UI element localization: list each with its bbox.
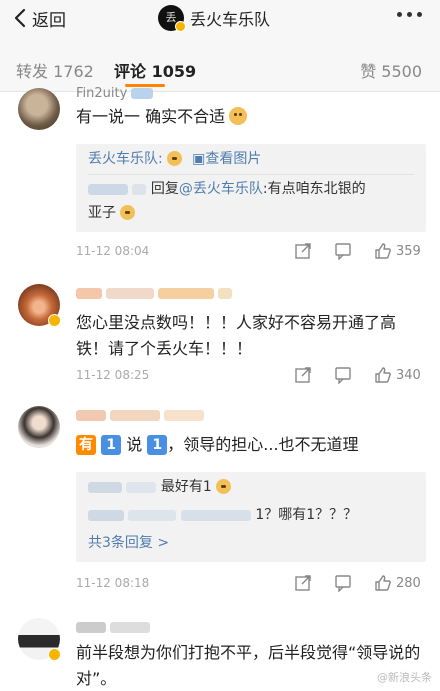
like-count: 359 (396, 243, 421, 259)
like-button[interactable]: 340 (374, 366, 421, 384)
tab-like[interactable]: 赞 5500 (360, 58, 422, 82)
thumbs-up-icon (375, 575, 391, 591)
comment-meta: 11-12 08:18 280 (76, 574, 426, 594)
emoji-you-icon: 有 (76, 435, 96, 455)
band-logo-avatar: 丢 (158, 5, 186, 32)
top-bar: 返回 丢 丢火车乐队 (0, 0, 440, 44)
tab-repost[interactable]: 转发 1762 (16, 58, 94, 82)
comment-item: 前半段想为你们打抱不平，后半段觉得“领导说的对”。 (0, 612, 440, 691)
emoji-icon (215, 479, 231, 494)
quoted-post[interactable]: 丢火车乐队: ▣查看图片 回复@丢火车乐队:有点咱东北银的 亚子 (76, 144, 426, 232)
page-title-group: 丢 丢火车乐队 (158, 4, 270, 32)
share-icon[interactable] (294, 242, 312, 264)
comment-item: Fin2uity 有一说一 确实不合适 丢火车乐队: ▣查看图片 回复@丢火车乐… (0, 86, 440, 270)
comment-icon[interactable] (334, 242, 352, 264)
avatar[interactable] (18, 88, 60, 130)
smile-emoji-icon (120, 205, 135, 220)
comment-time: 11-12 08:25 (76, 368, 150, 382)
share-icon[interactable] (294, 574, 312, 596)
quoted-author-link[interactable]: 丢火车乐队: (88, 151, 163, 167)
view-more-replies-link[interactable]: 共3条回复 > (88, 532, 169, 554)
sub-reply: 最好有1 (88, 476, 231, 498)
view-image-link[interactable]: ▣查看图片 (192, 151, 261, 167)
comment-item: 您心里没点数吗！！！人家好不容易开通了高铁！请了个丢火车！！！ 11-12 08… (0, 280, 440, 390)
mention-link[interactable]: @丢火车乐队 (179, 181, 263, 197)
image-icon: ▣ (192, 151, 206, 167)
share-icon[interactable] (294, 366, 312, 388)
comment-username[interactable] (76, 620, 151, 635)
comment-item: 有 1 说 1 ，领导的担心...也不无道理 最好有1 1？哪有1？？？ 共3条回… (0, 402, 440, 598)
replies-box[interactable]: 最好有1 1？哪有1？？？ 共3条回复 > (76, 472, 426, 562)
verified-badge-icon (48, 314, 61, 327)
sub-reply: 1？哪有1？？？ (88, 504, 357, 526)
chevron-left-icon (14, 8, 26, 28)
reply-text: 回复@丢火车乐队:有点咱东北银的 (88, 178, 418, 200)
emoji-number-one-icon: 1 (101, 435, 122, 455)
like-count: 340 (396, 367, 421, 383)
like-button[interactable]: 280 (374, 574, 421, 592)
comment-time: 11-12 08:18 (76, 576, 150, 590)
comment-text: 前半段想为你们打抱不平，后半段觉得“领导说的对”。 (76, 643, 421, 688)
comment-username[interactable]: Fin2uity (76, 86, 154, 101)
comment-text: 有 1 说 1 ，领导的担心...也不无道理 (76, 432, 426, 458)
thumbs-up-icon (375, 367, 391, 383)
comment-username[interactable] (76, 286, 233, 301)
thumbs-up-icon (375, 243, 391, 259)
quoted-post-head: 丢火车乐队: ▣查看图片 (88, 148, 261, 170)
comment-meta: 11-12 08:04 359 (76, 242, 426, 262)
back-button[interactable]: 返回 (14, 6, 66, 31)
comment-username[interactable] (76, 408, 205, 423)
tab-comment[interactable]: 评论 1059 (114, 58, 196, 82)
emoji-number-one-icon: 1 (147, 435, 168, 455)
like-button[interactable]: 359 (374, 242, 421, 260)
comment-icon[interactable] (334, 574, 352, 596)
verified-badge-icon (48, 648, 61, 661)
emoji-icon (166, 151, 182, 166)
comment-text: 您心里没点数吗！！！人家好不容易开通了高铁！请了个丢火车！！！ (76, 313, 397, 358)
comment-icon[interactable] (334, 366, 352, 388)
tab-bar: 转发 1762 评论 1059 赞 5500 (0, 44, 440, 92)
comment-meta: 11-12 08:25 340 (76, 366, 426, 386)
page-title: 丢火车乐队 (190, 10, 271, 29)
watermark: @新浪头条 (377, 671, 432, 684)
avatar[interactable] (18, 406, 60, 448)
doge-emoji-icon (229, 107, 248, 125)
back-label: 返回 (32, 10, 66, 31)
comment-text: 有一说一 确实不合适 (76, 104, 426, 130)
reply-text-cont: 亚子 (88, 202, 135, 224)
more-icon[interactable] (397, 12, 422, 17)
comment-time: 11-12 08:04 (76, 244, 150, 258)
quote-divider (88, 174, 414, 175)
like-count: 280 (396, 575, 421, 591)
